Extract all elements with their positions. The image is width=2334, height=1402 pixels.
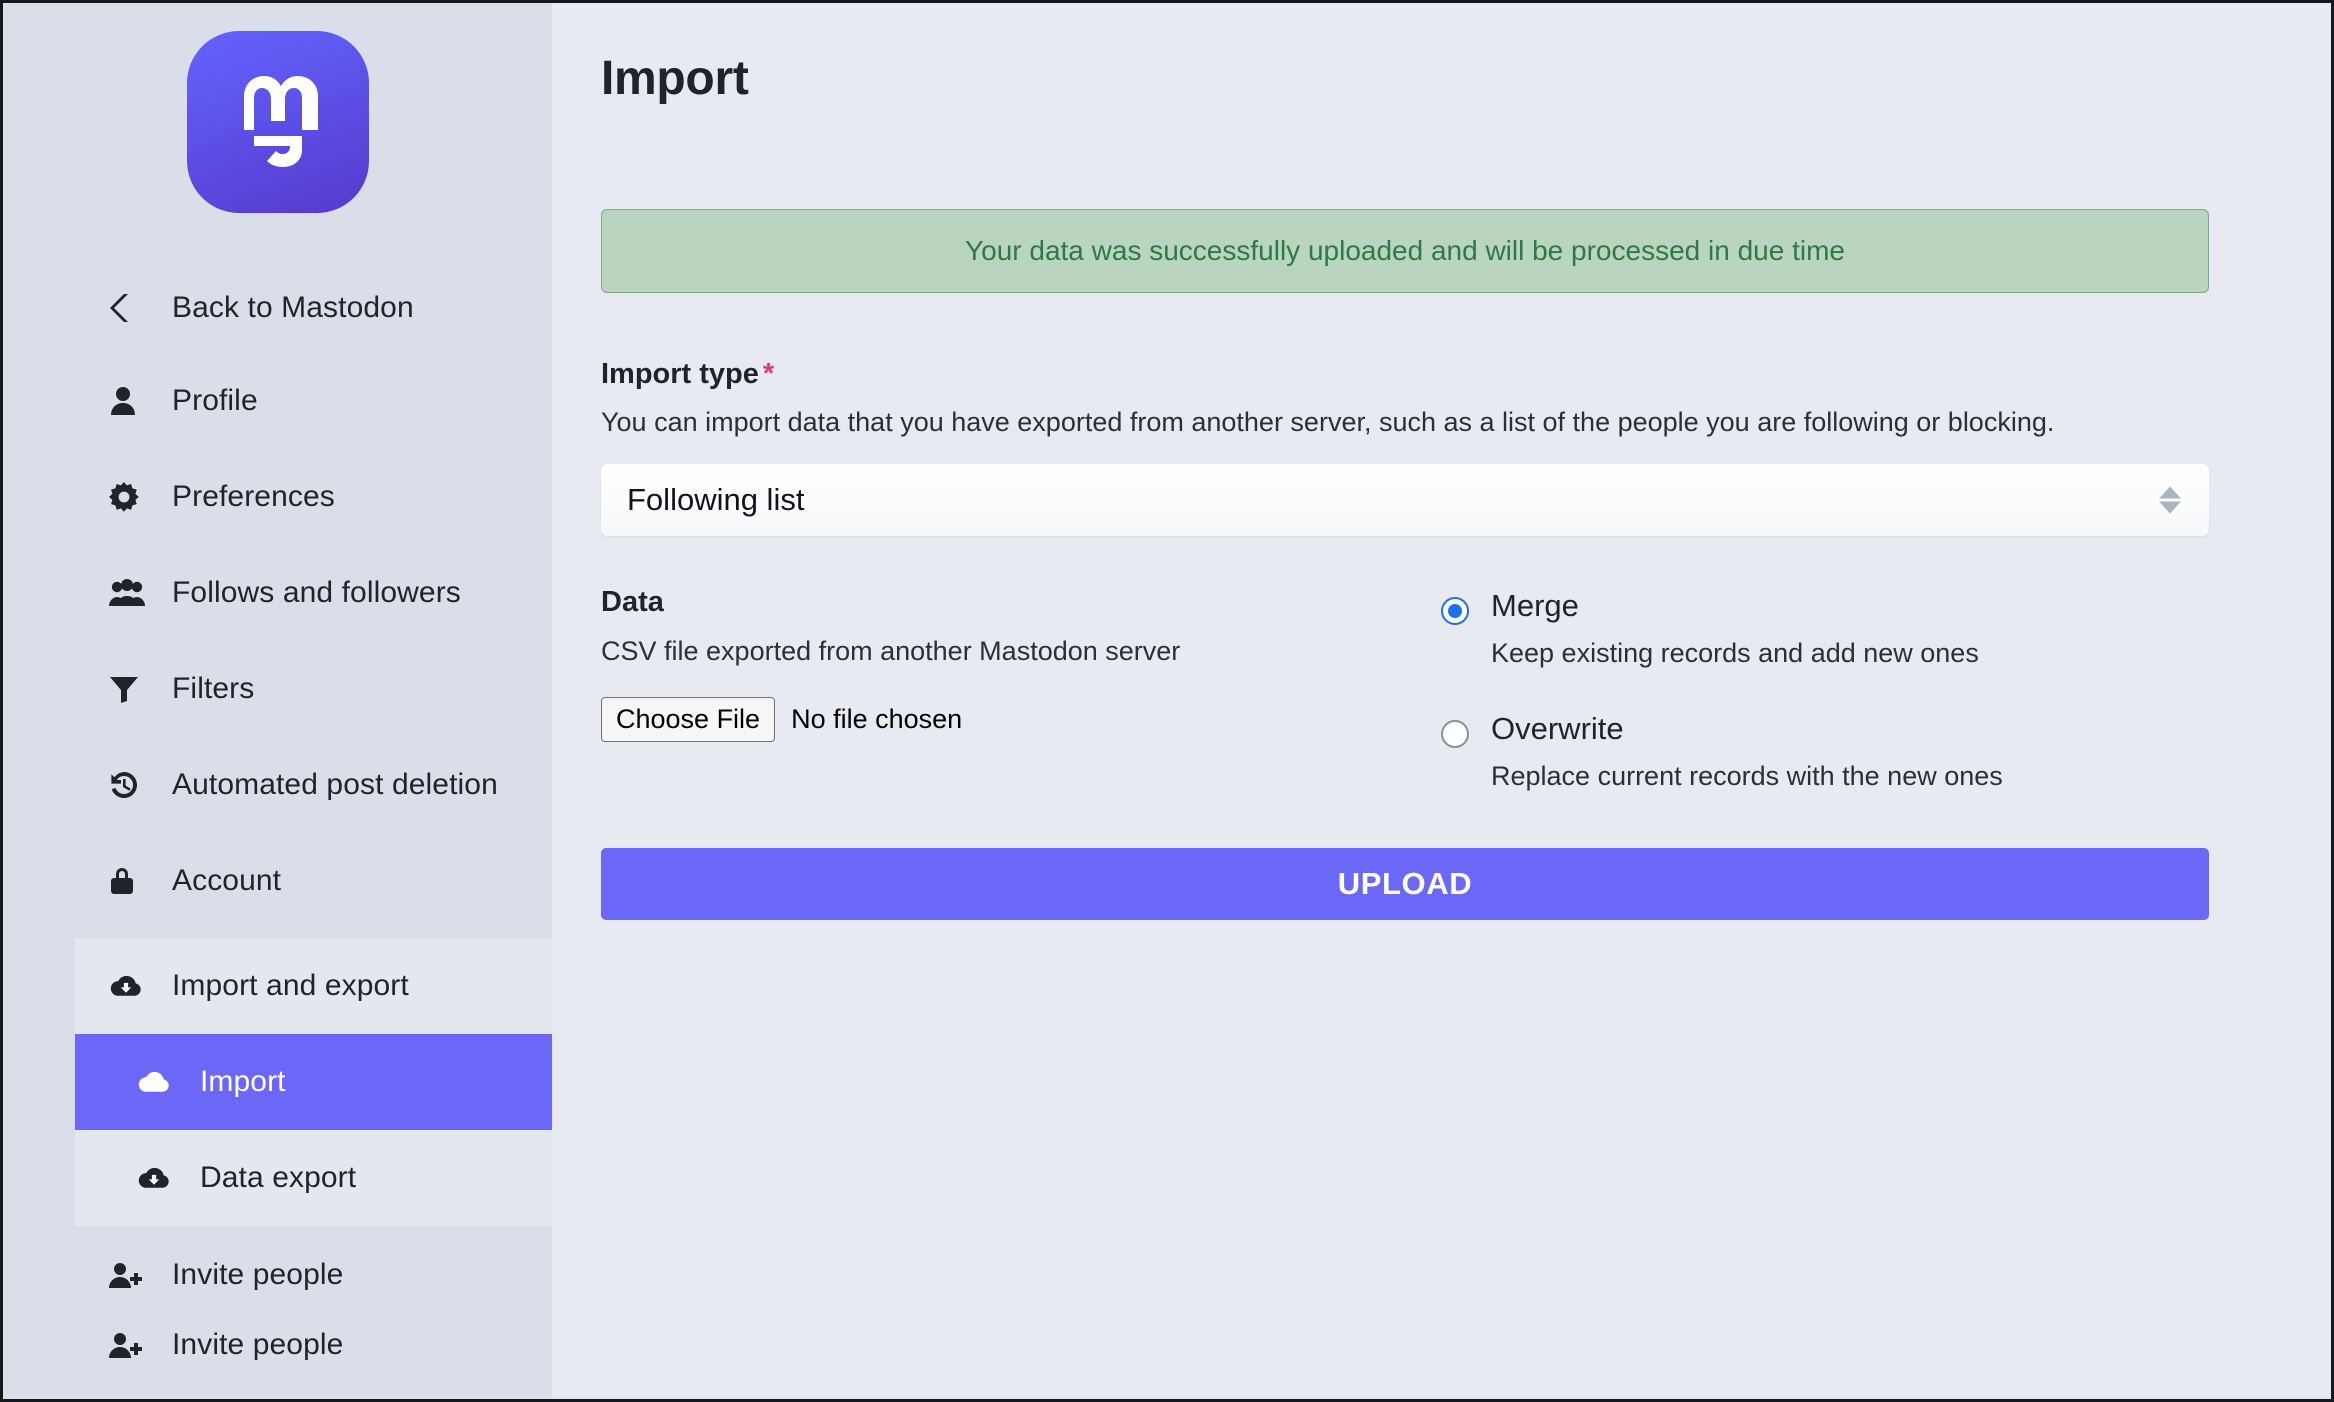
sidebar-item-profile[interactable]: Profile (3, 353, 552, 449)
logo-container (3, 3, 552, 241)
data-and-mode-row: Data CSV file exported from another Mast… (601, 586, 2209, 792)
main-content: Import Your data was successfully upload… (552, 3, 2331, 1399)
chevron-left-icon (109, 292, 149, 324)
sidebar-item-import-and-export[interactable]: Import and export (75, 938, 552, 1034)
lock-icon (109, 866, 149, 896)
user-icon (109, 386, 149, 416)
sidebar-item-label: Data export (200, 1161, 357, 1194)
sidebar-item-label: Preferences (172, 480, 335, 513)
success-flash-message: Your data was successfully uploaded and … (601, 209, 2209, 293)
sidebar-nav: Back to Mastodon Profile Preferences Fol… (3, 263, 552, 1380)
upload-button[interactable]: UPLOAD (601, 848, 2209, 920)
sidebar-group-import-and-export: Import and export Import Data export (75, 938, 552, 1226)
import-form: Your data was successfully uploaded and … (601, 209, 2209, 920)
cloud-download-icon (109, 973, 149, 999)
radio-merge-label: Merge (1491, 588, 1579, 623)
chevron-updown-icon (2159, 486, 2181, 514)
radio-overwrite-desc: Replace current records with the new one… (1491, 761, 2003, 791)
sidebar-item-label: Account (172, 864, 282, 897)
sidebar: Back to Mastodon Profile Preferences Fol… (3, 3, 552, 1399)
radio-merge-texts: Merge Keep existing records and add new … (1491, 590, 1979, 669)
sidebar-bottom-items: Invite people Invite people (3, 1240, 552, 1380)
cloud-upload-icon (137, 1069, 177, 1095)
sidebar-item-label: Import (200, 1065, 286, 1098)
file-chosen-status: No file chosen (791, 704, 963, 734)
data-column: Data CSV file exported from another Mast… (601, 586, 1441, 792)
file-input-row: Choose File No file chosen (601, 697, 1441, 742)
sidebar-item-import[interactable]: Import (75, 1034, 552, 1130)
radio-option-overwrite[interactable]: Overwrite Replace current records with t… (1441, 713, 2209, 792)
sidebar-item-invite-people-1[interactable]: Invite people (3, 1240, 552, 1310)
data-hint: CSV file exported from another Mastodon … (601, 636, 1181, 666)
sidebar-item-data-export[interactable]: Data export (75, 1130, 552, 1226)
data-label: Data (601, 586, 664, 618)
sidebar-item-follows-and-followers[interactable]: Follows and followers (3, 545, 552, 641)
users-icon (109, 579, 149, 607)
import-type-selected-value: Following list (627, 482, 805, 517)
import-type-select[interactable]: Following list (601, 464, 2209, 536)
radio-overwrite-label: Overwrite (1491, 711, 1624, 746)
sidebar-item-label: Back to Mastodon (172, 291, 414, 324)
sidebar-item-label: Import and export (172, 969, 409, 1002)
user-plus-icon (109, 1331, 149, 1359)
sidebar-item-preferences[interactable]: Preferences (3, 449, 552, 545)
sidebar-item-label: Invite people (172, 1258, 344, 1291)
sidebar-subgroup: Import Data export (75, 1034, 552, 1226)
page-title: Import (601, 52, 749, 105)
sidebar-item-label: Profile (172, 384, 258, 417)
radio-merge-desc: Keep existing records and add new ones (1491, 638, 1979, 668)
sidebar-item-account[interactable]: Account (3, 833, 552, 929)
radio-option-merge[interactable]: Merge Keep existing records and add new … (1441, 590, 2209, 669)
required-marker: * (762, 358, 775, 390)
import-type-label: Import type * (601, 358, 2209, 391)
cloud-download-icon (137, 1165, 177, 1191)
radio-merge-input[interactable] (1441, 597, 1469, 625)
mastodon-logo-icon (186, 31, 369, 213)
radio-overwrite-input[interactable] (1441, 720, 1469, 748)
app-window: Back to Mastodon Profile Preferences Fol… (0, 0, 2334, 1402)
sidebar-item-label: Invite people (172, 1328, 344, 1361)
radio-overwrite-texts: Overwrite Replace current records with t… (1491, 713, 2003, 792)
sidebar-item-label: Automated post deletion (172, 768, 498, 801)
choose-file-button[interactable]: Choose File (601, 697, 776, 742)
sidebar-item-automated-post-deletion[interactable]: Automated post deletion (3, 737, 552, 833)
sidebar-item-label: Follows and followers (172, 576, 461, 609)
import-type-label-text: Import type (601, 358, 759, 390)
filter-icon (109, 675, 149, 703)
sidebar-item-label: Filters (172, 672, 255, 705)
user-plus-icon (109, 1261, 149, 1289)
import-type-hint: You can import data that you have export… (601, 407, 2055, 437)
mode-column: Merge Keep existing records and add new … (1441, 586, 2209, 792)
sidebar-item-invite-people-2[interactable]: Invite people (3, 1310, 552, 1380)
gear-icon (109, 482, 149, 512)
sidebar-item-filters[interactable]: Filters (3, 641, 552, 737)
sidebar-item-back-to-mastodon[interactable]: Back to Mastodon (3, 263, 552, 353)
history-icon (109, 770, 149, 800)
